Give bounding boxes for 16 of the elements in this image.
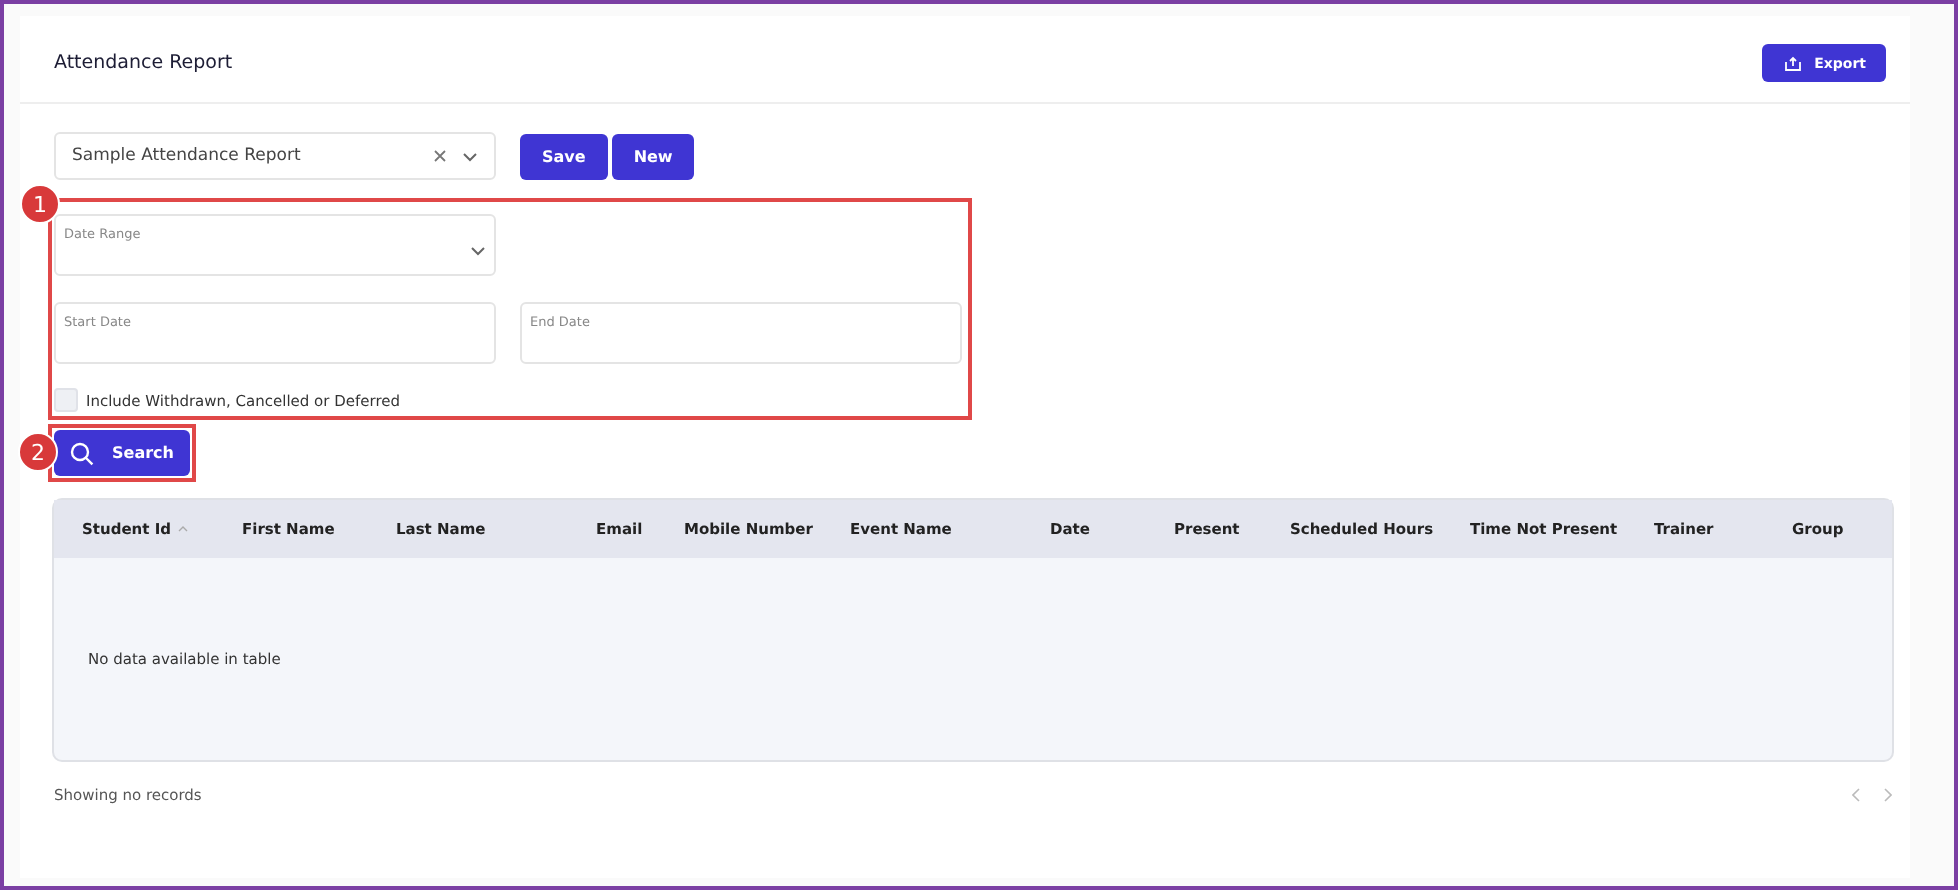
search-icon	[70, 441, 94, 465]
report-select[interactable]: Sample Attendance Report	[54, 132, 496, 180]
checkbox[interactable]	[54, 388, 78, 412]
callout-badge: 1	[20, 184, 60, 224]
callout-badge: 2	[18, 432, 58, 472]
previous-page-button[interactable]	[1852, 788, 1860, 802]
chevron-down-icon	[462, 151, 478, 161]
sort-icon[interactable]	[178, 526, 189, 532]
next-page-button[interactable]	[1884, 788, 1892, 802]
action-button[interactable]: Save	[520, 133, 608, 179]
chevron-down-icon	[470, 246, 486, 256]
export-icon	[1784, 55, 1803, 71]
clear-icon[interactable]	[434, 150, 446, 162]
page-title: Attendance Report	[54, 52, 233, 74]
action-button[interactable]: New	[611, 133, 695, 179]
search-button[interactable]: Search	[54, 430, 190, 476]
